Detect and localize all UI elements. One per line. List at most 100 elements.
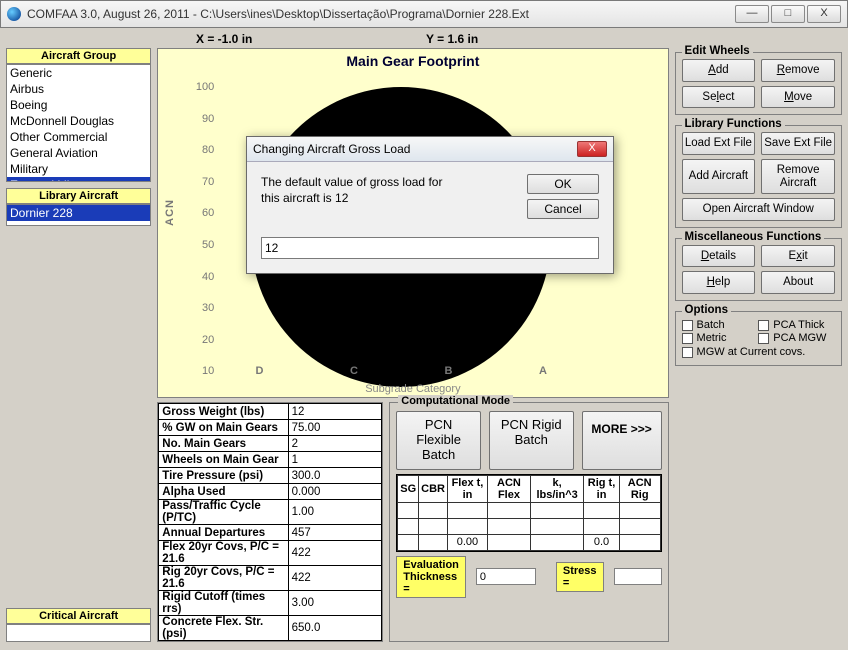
param-label: Pass/Traffic Cycle (P/TC) xyxy=(159,500,288,525)
metric-checkbox[interactable] xyxy=(682,333,693,344)
y-tick: 50 xyxy=(190,239,214,251)
dialog-close-button[interactable]: X xyxy=(577,141,607,157)
library-functions-group: Library Functions Load Ext File Save Ext… xyxy=(675,125,842,228)
exit-button[interactable]: Exit xyxy=(761,245,835,268)
grid-col: Flex t, in xyxy=(448,475,488,502)
group-item[interactable]: General Aviation xyxy=(7,145,150,161)
x-tick: C xyxy=(350,365,358,377)
minimize-button[interactable]: — xyxy=(735,5,769,23)
param-label: Flex 20yr Covs, P/C = 21.6 xyxy=(159,541,288,566)
param-label: Concrete Flex. Str. (psi) xyxy=(159,616,288,641)
help-button[interactable]: Help xyxy=(682,271,756,294)
param-label: % GW on Main Gears xyxy=(159,420,288,436)
aircraft-params-table[interactable]: Gross Weight (lbs)12% GW on Main Gears75… xyxy=(157,402,383,642)
save-ext-file-button[interactable]: Save Ext File xyxy=(761,132,835,155)
param-row[interactable]: Concrete Flex. Str. (psi)650.0 xyxy=(159,616,382,641)
param-value[interactable]: 300.0 xyxy=(288,468,382,484)
param-value[interactable]: 650.0 xyxy=(288,616,382,641)
computational-mode-title: Computational Mode xyxy=(398,395,513,407)
group-item[interactable]: External Library xyxy=(7,177,150,182)
y-tick: 40 xyxy=(190,271,214,283)
y-tick: 60 xyxy=(190,207,214,219)
stress-label: Stress = xyxy=(556,562,604,592)
library-aircraft-list[interactable]: Dornier 228 xyxy=(6,204,151,226)
remove-wheel-button[interactable]: Remove xyxy=(761,59,835,82)
param-row[interactable]: Rigid Cutoff (times rrs)3.00 xyxy=(159,591,382,616)
move-wheel-button[interactable]: Move xyxy=(761,86,835,109)
param-row[interactable]: Rig 20yr Covs, P/C = 21.6422 xyxy=(159,566,382,591)
chart-xlabel: Subgrade Category xyxy=(158,383,667,395)
pca-thick-checkbox[interactable] xyxy=(758,320,769,331)
param-row[interactable]: Tire Pressure (psi)300.0 xyxy=(159,468,382,484)
param-label: Alpha Used xyxy=(159,484,288,500)
param-value[interactable]: 3.00 xyxy=(288,591,382,616)
param-value[interactable]: 422 xyxy=(288,541,382,566)
param-value[interactable]: 1.00 xyxy=(288,500,382,525)
y-tick: 10 xyxy=(190,365,214,377)
pcn-flexible-button[interactable]: PCN Flexible Batch xyxy=(396,411,481,470)
window-title: COMFAA 3.0, August 26, 2011 - C:\Users\i… xyxy=(27,7,529,21)
maximize-button[interactable]: □ xyxy=(771,5,805,23)
param-value[interactable]: 0.000 xyxy=(288,484,382,500)
add-aircraft-button[interactable]: Add Aircraft xyxy=(682,159,756,194)
client-area: X = -1.0 in Y = 1.6 in Aircraft Group Ge… xyxy=(0,28,848,650)
param-row[interactable]: % GW on Main Gears75.00 xyxy=(159,420,382,436)
window-buttons: — □ X xyxy=(733,5,841,23)
details-button[interactable]: Details xyxy=(682,245,756,268)
remove-aircraft-button[interactable]: Remove Aircraft xyxy=(761,159,835,194)
param-value[interactable]: 457 xyxy=(288,525,382,541)
group-item[interactable]: Boeing xyxy=(7,97,150,113)
x-tick: D xyxy=(256,365,264,377)
batch-label: Batch xyxy=(697,319,725,331)
open-aircraft-window-button[interactable]: Open Aircraft Window xyxy=(682,198,835,221)
group-item[interactable]: Military xyxy=(7,161,150,177)
dialog-cancel-button[interactable]: Cancel xyxy=(527,199,599,219)
group-item[interactable]: McDonnell Douglas xyxy=(7,113,150,129)
param-row[interactable]: Wheels on Main Gear1 xyxy=(159,452,382,468)
dialog-titlebar[interactable]: Changing Aircraft Gross Load X xyxy=(247,137,613,162)
close-button[interactable]: X xyxy=(807,5,841,23)
param-row[interactable]: Pass/Traffic Cycle (P/TC)1.00 xyxy=(159,500,382,525)
x-tick: A xyxy=(539,365,547,377)
about-button[interactable]: About xyxy=(761,271,835,294)
chart-ylabel: ACN xyxy=(164,199,176,226)
param-value[interactable]: 2 xyxy=(288,436,382,452)
param-row[interactable]: No. Main Gears2 xyxy=(159,436,382,452)
param-value[interactable]: 422 xyxy=(288,566,382,591)
mgw-covs-checkbox[interactable] xyxy=(682,347,693,358)
param-row[interactable]: Annual Departures457 xyxy=(159,525,382,541)
param-row[interactable]: Alpha Used0.000 xyxy=(159,484,382,500)
chart-x-axis: DCBA xyxy=(212,365,590,377)
results-grid: SGCBRFlex t, inACN Flexk, lbs/in^3Rig t,… xyxy=(396,474,661,552)
load-ext-file-button[interactable]: Load Ext File xyxy=(682,132,756,155)
library-item[interactable]: Dornier 228 xyxy=(7,205,150,221)
add-wheel-button[interactable]: AAdddd xyxy=(682,59,756,82)
group-item[interactable]: Generic xyxy=(7,65,150,81)
critical-aircraft-box[interactable] xyxy=(6,624,151,642)
dialog-input[interactable] xyxy=(261,237,599,259)
more-button[interactable]: MORE >>> xyxy=(582,411,662,470)
param-row[interactable]: Flex 20yr Covs, P/C = 21.6422 xyxy=(159,541,382,566)
param-value[interactable]: 1 xyxy=(288,452,382,468)
group-item[interactable]: Airbus xyxy=(7,81,150,97)
eval-thickness-input[interactable] xyxy=(476,568,536,585)
param-label: Rigid Cutoff (times rrs) xyxy=(159,591,288,616)
select-wheel-button[interactable]: Select xyxy=(682,86,756,109)
param-value[interactable]: 12 xyxy=(288,404,382,420)
grid-col: k, lbs/in^3 xyxy=(531,475,584,502)
param-value[interactable]: 75.00 xyxy=(288,420,382,436)
coord-y: Y = 1.6 in xyxy=(426,32,842,46)
chart-title: Main Gear Footprint xyxy=(158,49,667,71)
batch-checkbox[interactable] xyxy=(682,320,693,331)
group-item[interactable]: Other Commercial xyxy=(7,129,150,145)
stress-input[interactable] xyxy=(614,568,662,585)
pca-mgw-checkbox[interactable] xyxy=(758,333,769,344)
aircraft-group-list[interactable]: GenericAirbusBoeingMcDonnell DouglasOthe… xyxy=(6,64,151,182)
grid-flex-value: 0.00 xyxy=(448,534,488,550)
options-group: Options Batch Metric PCA Thick PCA MGW M… xyxy=(675,311,842,366)
gross-load-dialog: Changing Aircraft Gross Load X The defau… xyxy=(246,136,614,274)
dialog-ok-button[interactable]: OK xyxy=(527,174,599,194)
param-row[interactable]: Gross Weight (lbs)12 xyxy=(159,404,382,420)
pcn-rigid-button[interactable]: PCN Rigid Batch xyxy=(489,411,574,470)
y-tick: 20 xyxy=(190,334,214,346)
